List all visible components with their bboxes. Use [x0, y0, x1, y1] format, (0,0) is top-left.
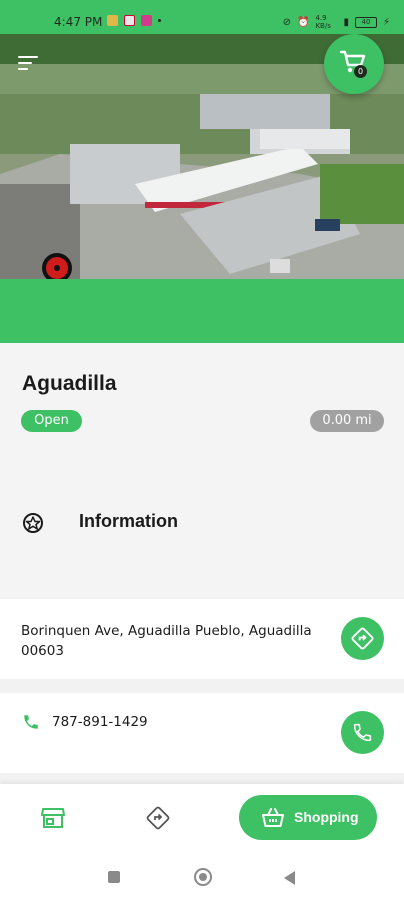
store-phone: 787-891-1429 — [52, 714, 148, 730]
back-button[interactable] — [284, 871, 295, 885]
charging-icon: ⚡ — [382, 16, 390, 28]
directions-icon — [351, 627, 374, 650]
instagram-icon — [141, 15, 152, 26]
app-notification-icon — [107, 15, 118, 26]
call-button[interactable] — [341, 711, 384, 754]
directions-button[interactable] — [341, 617, 384, 660]
section-title: Information — [79, 511, 178, 531]
home-button[interactable] — [194, 868, 212, 886]
notification-icons — [107, 15, 161, 26]
store-icon[interactable] — [41, 807, 65, 829]
signal-icon: ▮ — [343, 16, 349, 28]
cart-button[interactable]: 0 — [324, 34, 384, 94]
shopping-label: Shopping — [294, 809, 359, 825]
alarm-icon: ⏰ — [297, 16, 310, 28]
basket-icon — [262, 808, 284, 827]
status-badge: Open — [21, 410, 82, 432]
recents-button[interactable] — [108, 871, 120, 883]
store-info-card: Aguadilla Open 0.00 mi Information — [0, 343, 404, 596]
address-card: Borinquen Ave, Aguadilla Pueblo, Aguadil… — [0, 599, 404, 679]
store-name: Aguadilla — [22, 372, 117, 395]
network-speed: 4.9 KB/s — [315, 14, 331, 30]
system-icons: ⊘ ⏰ 4.9 KB/s ▮ 40 ⚡ — [283, 14, 390, 30]
route-icon[interactable] — [146, 806, 170, 830]
mute-icon: ⊘ — [282, 16, 291, 28]
menu-button[interactable] — [18, 56, 40, 70]
status-bar: 4:47 PM ⊘ ⏰ 4.9 KB/s ▮ 40 ⚡ — [0, 0, 404, 34]
phone-card: 787-891-1429 — [0, 693, 404, 773]
info-icon — [23, 513, 43, 533]
distance-badge: 0.00 mi — [310, 410, 384, 432]
status-time: 4:47 PM — [54, 15, 103, 29]
system-navigation-bar — [0, 851, 404, 900]
menu-icon — [18, 56, 38, 58]
store-hero: 0 — [0, 34, 404, 343]
more-dot-icon — [158, 19, 161, 22]
call-icon — [353, 723, 372, 742]
mail-icon — [124, 15, 135, 26]
battery-icon: 40 — [354, 16, 377, 28]
phone-icon — [24, 715, 38, 729]
bottom-navigation: Shopping — [0, 784, 404, 851]
store-address: Borinquen Ave, Aguadilla Pueblo, Aguadil… — [21, 623, 312, 659]
shopping-button[interactable]: Shopping — [239, 795, 377, 840]
cart-count-badge: 0 — [354, 65, 367, 78]
